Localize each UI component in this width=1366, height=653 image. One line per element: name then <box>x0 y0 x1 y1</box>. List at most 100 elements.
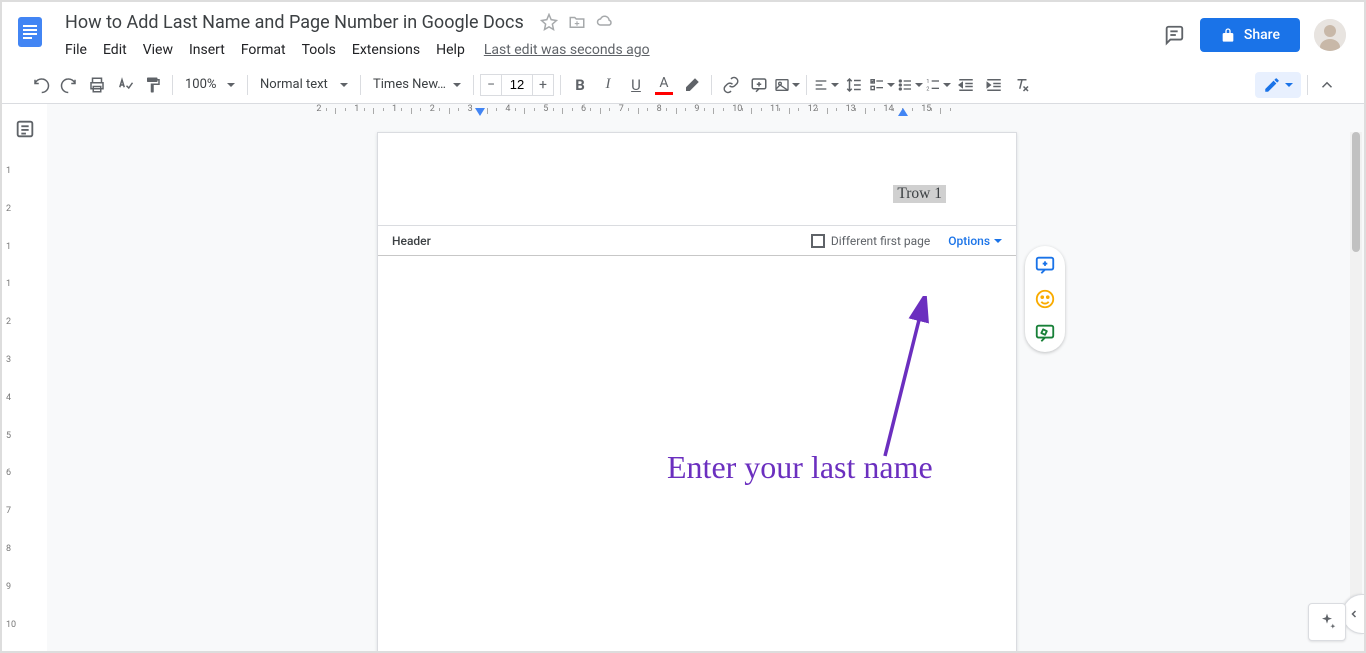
document-title[interactable]: How to Add Last Name and Page Number in … <box>58 10 531 35</box>
separator <box>711 75 712 95</box>
align-button[interactable] <box>813 72 839 98</box>
chevron-down-icon <box>792 83 800 87</box>
vertical-scrollbar[interactable] <box>1350 132 1362 601</box>
decrease-indent-button[interactable] <box>953 72 979 98</box>
scrollbar-thumb[interactable] <box>1352 132 1360 252</box>
decrease-font-size-button[interactable]: − <box>480 74 502 96</box>
menu-format[interactable]: Format <box>234 38 293 62</box>
header-text[interactable]: Trow 1 <box>893 185 946 203</box>
header-content-area[interactable]: Trow 1 <box>378 133 1016 225</box>
floating-reaction-panel <box>1025 246 1065 352</box>
zoom-dropdown[interactable]: 100% <box>179 72 241 98</box>
move-icon[interactable] <box>567 12 587 32</box>
checkbox-icon <box>811 234 825 248</box>
checklist-button[interactable] <box>869 72 895 98</box>
bulleted-list-button[interactable] <box>897 72 923 98</box>
menu-tools[interactable]: Tools <box>295 38 343 62</box>
separator <box>172 75 173 95</box>
menu-extensions[interactable]: Extensions <box>345 38 427 62</box>
text-color-indicator <box>655 92 673 95</box>
style-value: Normal text <box>260 77 328 92</box>
left-gutter: 12112345678910 <box>2 104 47 651</box>
increase-font-size-button[interactable]: + <box>532 74 554 96</box>
separator <box>247 75 248 95</box>
header-right: Share <box>1162 18 1356 52</box>
different-first-page-checkbox[interactable]: Different first page <box>811 234 930 248</box>
numbered-list-button[interactable]: 12 <box>925 72 951 98</box>
chevron-down-icon <box>453 83 461 87</box>
font-value: Times New… <box>373 77 446 92</box>
account-avatar[interactable] <box>1314 19 1346 51</box>
print-button[interactable] <box>84 72 110 98</box>
menu-insert[interactable]: Insert <box>182 38 232 62</box>
docs-logo-icon <box>12 14 48 50</box>
separator <box>360 75 361 95</box>
share-label: Share <box>1244 27 1280 43</box>
suggest-edits-button[interactable] <box>1034 322 1056 344</box>
font-size-group: − + <box>480 74 554 96</box>
add-comment-floating-button[interactable] <box>1034 254 1056 276</box>
svg-text:1: 1 <box>926 79 929 85</box>
line-spacing-button[interactable] <box>841 72 867 98</box>
chevron-down-icon <box>340 83 348 87</box>
spellcheck-button[interactable] <box>112 72 138 98</box>
title-row: How to Add Last Name and Page Number in … <box>58 10 1162 34</box>
vertical-ruler[interactable]: 12112345678910 <box>4 136 20 651</box>
clear-formatting-button[interactable] <box>1009 72 1035 98</box>
menu-help[interactable]: Help <box>429 38 472 62</box>
share-button[interactable]: Share <box>1200 18 1300 52</box>
text-color-button[interactable]: A <box>651 72 677 98</box>
explore-button[interactable] <box>1308 603 1346 641</box>
document-page[interactable]: Trow 1 Header Different first page Optio… <box>377 132 1017 651</box>
canvas-area: 12112345678910 21123456789101112131415 T… <box>2 104 1364 651</box>
highlight-color-button[interactable] <box>679 72 705 98</box>
chevron-down-icon <box>943 83 951 87</box>
comment-history-icon[interactable] <box>1162 23 1186 47</box>
chevron-down-icon <box>227 83 235 87</box>
zoom-value: 100% <box>185 77 216 92</box>
chevron-down-icon <box>994 239 1002 243</box>
horizontal-ruler[interactable]: 21123456789101112131415 <box>92 104 1344 120</box>
pencil-icon <box>1263 76 1281 94</box>
page-wrap: 21123456789101112131415 Trow 1 Header Di… <box>47 104 1364 651</box>
cloud-status-icon[interactable] <box>595 12 615 32</box>
italic-button[interactable]: I <box>595 72 621 98</box>
underline-button[interactable]: U <box>623 72 649 98</box>
separator <box>1307 75 1308 95</box>
title-area: How to Add Last Name and Page Number in … <box>58 10 1162 64</box>
font-dropdown[interactable]: Times New… <box>367 72 467 98</box>
toolbar: 100% Normal text Times New… − + B I U A … <box>2 66 1364 104</box>
docs-header: How to Add Last Name and Page Number in … <box>2 2 1364 66</box>
docs-logo[interactable] <box>10 12 50 52</box>
menu-file[interactable]: File <box>58 38 94 62</box>
menu-edit[interactable]: Edit <box>96 38 134 62</box>
menu-view[interactable]: View <box>136 38 180 62</box>
header-info-bar: Header Different first page Options <box>378 225 1016 255</box>
svg-text:2: 2 <box>926 86 929 92</box>
star-icon[interactable] <box>539 12 559 32</box>
header-label: Header <box>392 234 431 248</box>
increase-indent-button[interactable] <box>981 72 1007 98</box>
header-options-dropdown[interactable]: Options <box>948 234 1002 248</box>
add-comment-button[interactable] <box>746 72 772 98</box>
insert-link-button[interactable] <box>718 72 744 98</box>
font-size-input[interactable] <box>502 74 532 96</box>
bold-button[interactable]: B <box>567 72 593 98</box>
chevron-down-icon <box>915 83 923 87</box>
lock-icon <box>1220 27 1236 43</box>
separator <box>806 75 807 95</box>
paint-format-button[interactable] <box>140 72 166 98</box>
chevron-down-icon <box>1285 83 1293 87</box>
undo-button[interactable] <box>28 72 54 98</box>
chevron-down-icon <box>831 83 839 87</box>
separator <box>560 75 561 95</box>
editing-mode-button[interactable] <box>1255 72 1301 98</box>
hide-menus-button[interactable] <box>1314 72 1340 98</box>
styles-dropdown[interactable]: Normal text <box>254 72 354 98</box>
chevron-down-icon <box>887 83 895 87</box>
emoji-reaction-button[interactable] <box>1034 288 1056 310</box>
separator <box>473 75 474 95</box>
insert-image-button[interactable] <box>774 72 800 98</box>
redo-button[interactable] <box>56 72 82 98</box>
last-edit-link[interactable]: Last edit was seconds ago <box>484 42 650 58</box>
